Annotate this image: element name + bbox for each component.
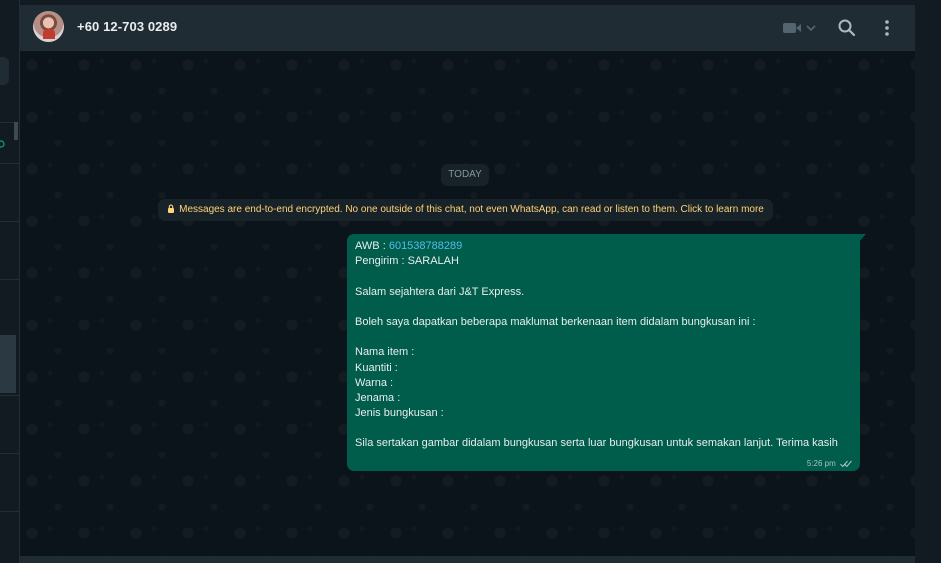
field-brand: Jenama : [355,391,401,404]
awb-line: AWB : 601538788289 [355,239,852,254]
sidebar-divider [0,221,19,222]
message-sender-line: Pengirim : SARALAH [355,255,459,268]
search-icon[interactable] [837,18,857,38]
date-divider: TODAY [441,164,489,186]
field-item-name: Nama item : [355,346,415,359]
encryption-notice[interactable]: Messages are end-to-end encrypted. No on… [158,199,773,221]
encryption-notice-text: Messages are end-to-end encrypted. No on… [179,204,764,215]
double-check-icon [840,460,852,468]
pinned-chat-icon-fragment [0,140,5,148]
sidebar-scrollbar[interactable] [14,122,18,140]
sidebar-chat-item-active[interactable] [0,335,16,393]
awb-label: AWB : [355,240,389,252]
awb-number-link[interactable]: 601538788289 [389,240,462,252]
message-closing: Sila sertakan gambar didalam bungkusan s… [355,437,838,450]
contact-avatar[interactable] [33,11,64,42]
video-camera-icon[interactable] [782,18,818,38]
contact-name[interactable]: +60 12-703 0289 [77,19,177,34]
sidebar-divider [0,453,19,454]
kebab-menu-icon[interactable] [877,18,897,38]
field-quantity: Kuantiti : [355,361,398,374]
sidebar-divider [0,279,19,280]
conversation-header: +60 12-703 0289 [20,5,915,51]
message-greeting: Salam sejahtera dari J&T Express. [355,285,525,298]
composer-bar-edge [20,556,915,563]
lock-icon [168,204,175,213]
sidebar-divider [0,163,19,164]
message-pane[interactable]: TODAY Messages are end-to-end encrypted.… [20,51,915,556]
message-time: 5:26 pm [806,459,836,468]
field-color: Warna : [355,376,394,389]
outgoing-message-bubble[interactable]: AWB : 601538788289 Pengirim : SARALAH Sa… [347,234,860,471]
window-right-gutter [915,0,941,563]
message-meta: 5:26 pm [807,459,853,468]
field-package-type: Jenis bungkusan : [355,407,444,420]
message-request: Boleh saya dapatkan beberapa maklumat be… [355,315,756,328]
chat-list-sidebar [0,0,20,563]
sidebar-divider [0,511,19,512]
search-box-edge[interactable] [0,57,9,85]
sidebar-divider [0,395,19,396]
